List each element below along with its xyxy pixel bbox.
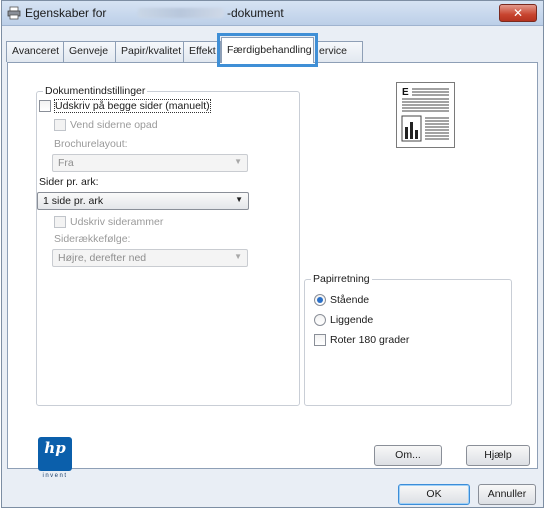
chevron-down-icon: ▼: [235, 195, 243, 204]
close-button[interactable]: ✕: [499, 4, 537, 22]
tab-strip: Avanceret Genveje Papir/kvalitet Effekt …: [2, 33, 543, 67]
rotate-checkbox[interactable]: [314, 334, 326, 346]
landscape-radio[interactable]: [314, 314, 326, 326]
tab-finishing[interactable]: Færdigbehandling: [217, 33, 318, 67]
pages-per-sheet-value: 1 side pr. ark: [43, 195, 104, 207]
hp-logo-tagline: invent: [42, 473, 68, 479]
printer-icon: [7, 6, 21, 20]
tab-shortcuts[interactable]: Genveje: [63, 41, 116, 62]
portrait-label: Stående: [330, 294, 370, 306]
window-title-suffix: -dokument: [227, 6, 284, 20]
title-bar: Egenskaber for -dokument ✕: [2, 1, 543, 26]
landscape-label: Liggende: [330, 314, 374, 326]
about-button[interactable]: Om...: [374, 445, 442, 466]
duplex-checkbox-row[interactable]: Udskriv på begge sider (manuelt): [39, 99, 211, 113]
hp-logo-text: hp: [44, 439, 66, 457]
preview-page-icon: E: [401, 87, 449, 142]
help-button[interactable]: Hjælp: [466, 445, 530, 466]
duplex-checkbox[interactable]: [39, 100, 51, 112]
pages-per-sheet-select[interactable]: 1 side pr. ark ▼: [37, 192, 249, 210]
tab-advanced[interactable]: Avanceret: [6, 41, 64, 62]
print-borders-label: Udskriv siderammer: [70, 216, 164, 228]
page-order-select[interactable]: Højre, derefter ned ▼: [52, 249, 248, 267]
hp-logo: hp invent: [38, 437, 72, 479]
page-order-label: Siderækkefølge:: [54, 233, 131, 245]
chevron-down-icon: ▼: [234, 252, 242, 261]
flip-pages-label: Vend siderne opad: [70, 119, 158, 131]
rotate-label: Roter 180 grader: [330, 334, 410, 346]
cancel-button[interactable]: Annuller: [478, 484, 536, 505]
preview-letter: E: [402, 87, 409, 98]
tab-services[interactable]: ervice: [315, 41, 363, 62]
properties-dialog: Egenskaber for -dokument ✕ Avanceret Gen…: [1, 0, 544, 508]
rotate-checkbox-row[interactable]: Roter 180 grader: [314, 334, 409, 346]
print-borders-row[interactable]: Udskriv siderammer: [54, 216, 163, 228]
pages-per-sheet-label: Sider pr. ark:: [39, 176, 99, 188]
orientation-legend: Papirretning: [311, 273, 372, 285]
chevron-down-icon: ▼: [234, 157, 242, 166]
duplex-label: Udskriv på begge sider (manuelt): [54, 99, 211, 113]
booklet-layout-select[interactable]: Fra ▼: [52, 154, 248, 172]
portrait-radio[interactable]: [314, 294, 326, 306]
page-order-value: Højre, derefter ned: [58, 252, 147, 264]
tab-paper-quality[interactable]: Papir/kvalitet: [115, 41, 184, 62]
print-borders-checkbox[interactable]: [54, 216, 66, 228]
tab-panel-finishing: Dokumentindstillinger Udskriv på begge s…: [7, 62, 538, 469]
booklet-layout-value: Fra: [58, 157, 74, 169]
portrait-radio-row[interactable]: Stående: [314, 294, 369, 306]
ok-button[interactable]: OK: [398, 484, 470, 505]
booklet-layout-label: Brochurelayout:: [54, 138, 128, 150]
document-options-legend: Dokumentindstillinger: [43, 85, 148, 97]
flip-pages-checkbox[interactable]: [54, 119, 66, 131]
landscape-radio-row[interactable]: Liggende: [314, 314, 373, 326]
redacted-printer-name: [138, 8, 224, 18]
window-title: Egenskaber for: [25, 6, 107, 20]
flip-pages-row[interactable]: Vend siderne opad: [54, 119, 158, 131]
page-preview: E: [396, 82, 455, 148]
tab-effects[interactable]: Effekt: [183, 41, 221, 62]
